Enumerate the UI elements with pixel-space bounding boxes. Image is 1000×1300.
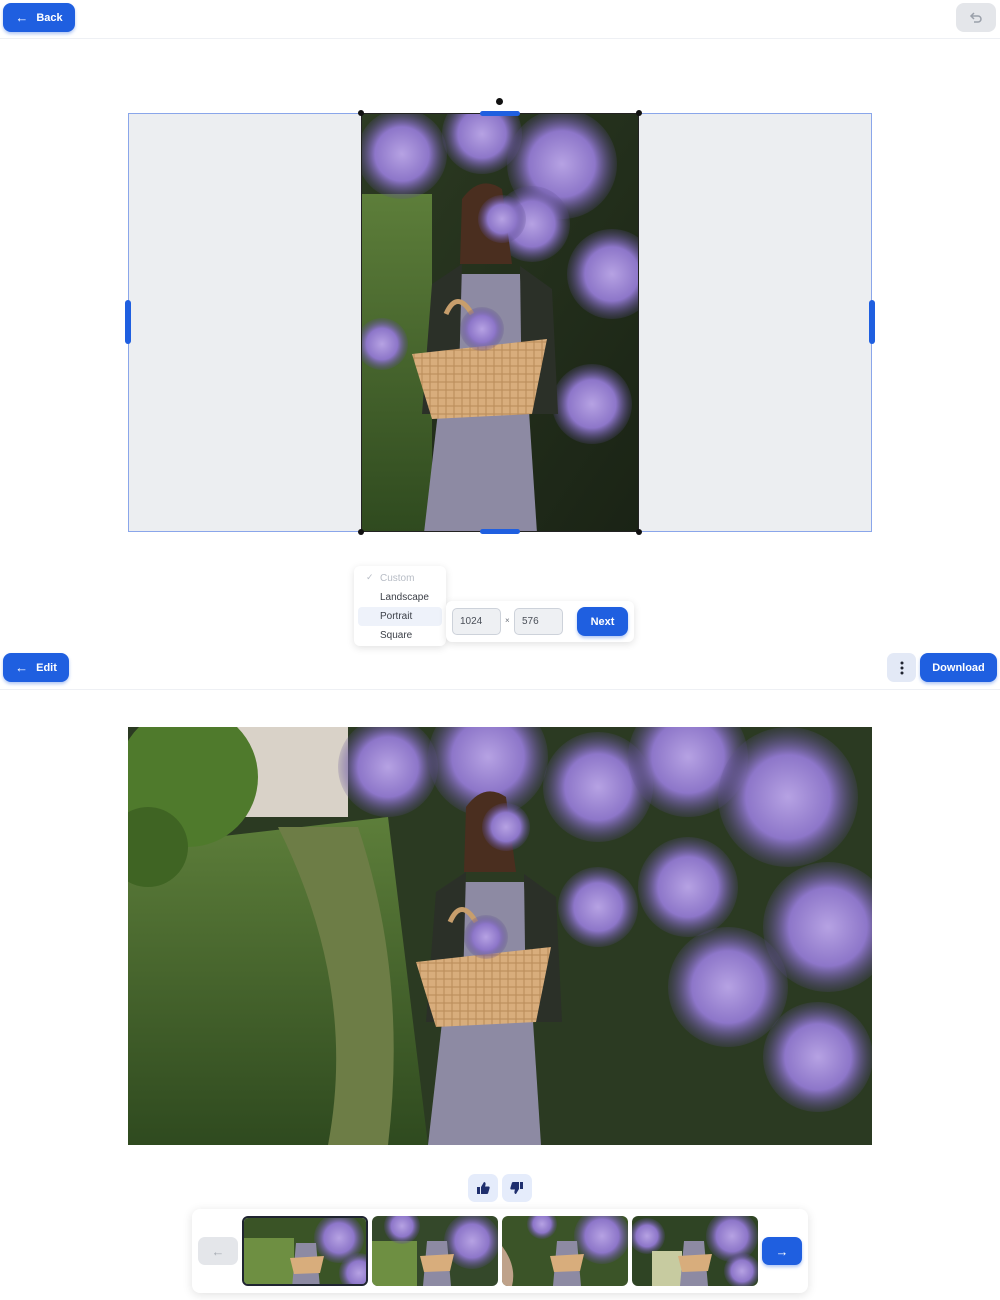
portrait-photo xyxy=(362,114,638,531)
carousel-next-button[interactable]: → xyxy=(762,1237,802,1265)
more-options-button[interactable] xyxy=(887,653,916,682)
top-resize-handle[interactable] xyxy=(480,111,520,116)
more-vertical-icon xyxy=(900,661,903,674)
aspect-ratio-menu: ✓ Custom Landscape Portrait Square xyxy=(354,566,446,646)
left-resize-handle[interactable] xyxy=(125,300,131,344)
top-divider xyxy=(0,38,1000,39)
thumbnail-image xyxy=(372,1216,498,1286)
result-divider xyxy=(0,689,1000,690)
thumbnail-image xyxy=(632,1216,758,1286)
thumbs-up-icon xyxy=(477,1182,490,1194)
thumbnail-image xyxy=(244,1218,366,1284)
back-button[interactable]: ← Back xyxy=(3,3,75,32)
thumbnail-image xyxy=(502,1216,628,1286)
arrow-left-icon: ← xyxy=(211,1243,225,1259)
arrow-left-icon: ← xyxy=(15,10,29,25)
thumbs-down-icon xyxy=(510,1182,523,1194)
thumbnail-1[interactable] xyxy=(242,1216,368,1286)
width-input[interactable]: 1024 xyxy=(452,608,501,635)
arrow-right-icon: → xyxy=(775,1243,789,1259)
crop-image[interactable] xyxy=(361,113,639,532)
size-toolbar: 1024 × 576 Next xyxy=(446,601,634,642)
check-icon: ✓ xyxy=(366,572,374,582)
dislike-button[interactable] xyxy=(502,1174,532,1202)
variations-carousel: ← → xyxy=(192,1209,808,1293)
like-button[interactable] xyxy=(468,1174,498,1202)
carousel-prev-button[interactable]: ← xyxy=(198,1237,238,1265)
crop-corner-bottom-right[interactable] xyxy=(636,529,642,535)
thumbnail-3[interactable] xyxy=(502,1216,628,1286)
undo-button[interactable] xyxy=(956,3,996,32)
download-button[interactable]: Download xyxy=(920,653,997,682)
right-resize-handle[interactable] xyxy=(869,300,875,344)
landscape-photo xyxy=(128,727,872,1145)
times-symbol: × xyxy=(505,616,510,625)
crop-corner-bottom-left[interactable] xyxy=(358,529,364,535)
aspect-option-custom[interactable]: ✓ Custom xyxy=(358,569,442,588)
thumbnail-2[interactable] xyxy=(372,1216,498,1286)
undo-icon xyxy=(969,11,982,23)
next-button[interactable]: Next xyxy=(577,607,628,636)
thumbnail-4[interactable] xyxy=(632,1216,758,1286)
aspect-option-portrait[interactable]: Portrait xyxy=(358,607,442,626)
result-image[interactable] xyxy=(128,727,872,1145)
height-input[interactable]: 576 xyxy=(514,608,563,635)
crop-corner-top-left[interactable] xyxy=(358,110,364,116)
edit-button[interactable]: ← Edit xyxy=(3,653,69,682)
bottom-resize-handle[interactable] xyxy=(480,529,520,534)
crop-corner-top-right[interactable] xyxy=(636,110,642,116)
rotate-handle[interactable] xyxy=(496,98,503,105)
aspect-option-square[interactable]: Square xyxy=(358,626,442,645)
arrow-left-icon: ← xyxy=(15,660,29,675)
aspect-option-landscape[interactable]: Landscape xyxy=(358,588,442,607)
back-button-label: Back xyxy=(36,11,63,24)
